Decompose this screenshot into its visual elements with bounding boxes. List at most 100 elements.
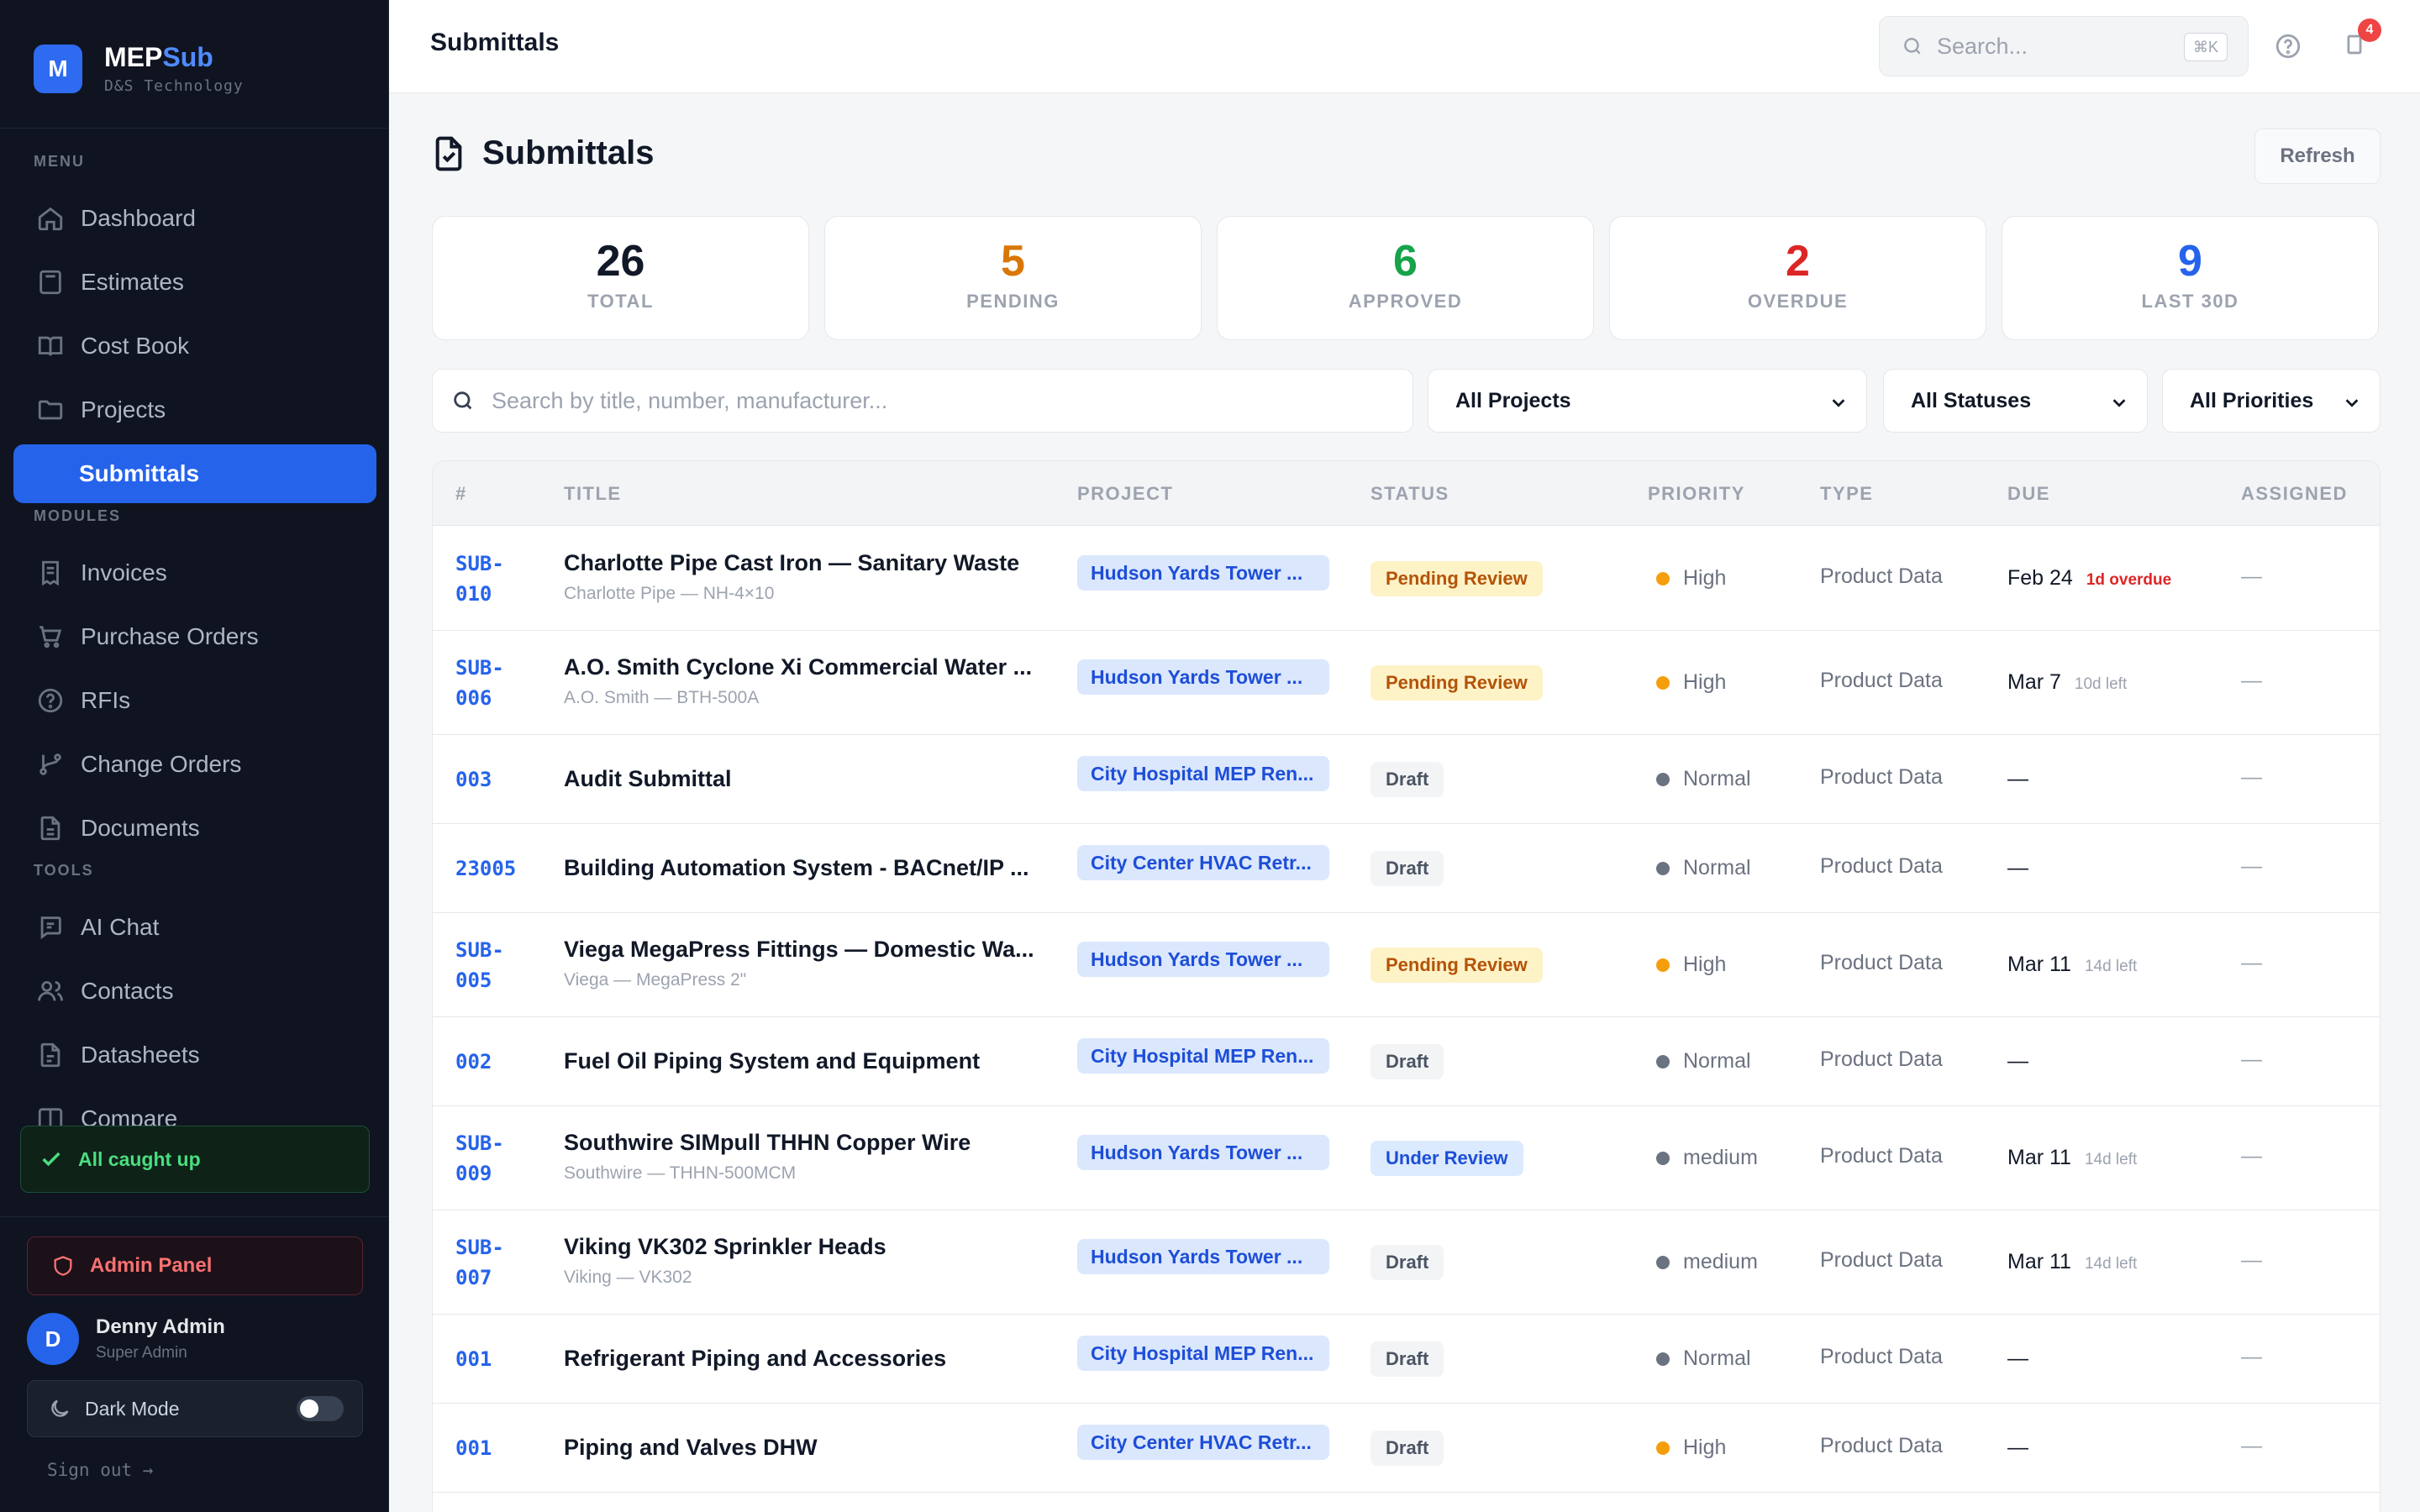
assigned-user[interactable]: — — [2241, 564, 2262, 589]
submittal-title[interactable]: Charlotte Pipe Cast Iron — Sanitary Wast… — [564, 550, 1034, 576]
table-row[interactable]: SUB- 005 Viega MegaPress Fittings — Domest… — [433, 913, 2380, 1017]
column-header[interactable]: PRIORITY — [1648, 483, 1745, 505]
column-header[interactable]: TITLE — [564, 483, 622, 505]
project-badge[interactable]: City Hospital MEP Ren... — [1077, 756, 1329, 791]
table-row[interactable]: 003 Audit Submittal City Hospital MEP Ren.… — [433, 735, 2380, 824]
submittal-title[interactable]: Building Automation System - BACnet/IP .… — [564, 855, 1034, 881]
submittal-title[interactable]: Refrigerant Piping and Accessories — [564, 1346, 1034, 1372]
submittal-title[interactable]: A.O. Smith Cyclone Xi Commercial Water .… — [564, 654, 1034, 680]
sidebar-item-cost-book[interactable]: Cost Book — [13, 317, 376, 375]
sign-out-link[interactable]: Sign out → — [47, 1460, 153, 1480]
users-icon — [35, 976, 66, 1006]
user-profile[interactable]: D Denny Admin Super Admin — [27, 1313, 225, 1365]
status-filter-select[interactable]: All Statuses — [1883, 369, 2148, 433]
submittal-number[interactable]: SUB- 005 — [455, 935, 504, 995]
dark-mode-toggle[interactable] — [297, 1396, 344, 1421]
stat-label: TOTAL — [587, 291, 654, 312]
submittal-title[interactable]: Audit Submittal — [564, 766, 1034, 792]
column-header[interactable]: TYPE — [1820, 483, 1873, 505]
column-header[interactable]: STATUS — [1370, 483, 1449, 505]
submittal-title[interactable]: Southwire SIMpull THHN Copper Wire — [564, 1130, 1034, 1156]
help-icon[interactable] — [2274, 32, 2302, 60]
submittal-number[interactable]: 002 — [455, 1047, 492, 1077]
brand[interactable]: M MEPSub D&S Technology — [34, 42, 244, 95]
sidebar-item-invoices[interactable]: Invoices — [13, 543, 376, 602]
priority-label: medium — [1683, 1146, 1758, 1169]
submittal-title[interactable]: Viega MegaPress Fittings — Domestic Wa..… — [564, 937, 1034, 963]
submittal-number[interactable]: 003 — [455, 764, 492, 795]
project-badge[interactable]: City Center HVAC Retr... — [1077, 845, 1329, 880]
column-header[interactable]: # — [455, 483, 467, 505]
stat-card-last-30d[interactable]: 9 LAST 30D — [2002, 216, 2379, 340]
submittal-number[interactable]: 001 — [455, 1433, 492, 1463]
assigned-user[interactable]: — — [2241, 1434, 2262, 1458]
assigned-user[interactable]: — — [2241, 854, 2262, 879]
assigned-user[interactable]: — — [2241, 669, 2262, 693]
global-search-input[interactable]: Search... ⌘K — [1879, 16, 2249, 76]
assigned-user[interactable]: — — [2241, 1345, 2262, 1369]
project-badge[interactable]: Hudson Yards Tower ... — [1077, 1135, 1329, 1170]
submittal-number[interactable]: 23005 — [455, 853, 516, 884]
sidebar-item-change-orders[interactable]: Change Orders — [13, 735, 376, 794]
column-header[interactable]: DUE — [2007, 483, 2050, 505]
table-row[interactable]: SUB- 006 A.O. Smith Cyclone Xi Commercial … — [433, 631, 2380, 735]
priority-filter-select[interactable]: All Priorities — [2162, 369, 2381, 433]
table-row[interactable]: 001 Piping and Valves DHW City Center HVAC… — [433, 1404, 2380, 1493]
submittal-number[interactable]: SUB- 010 — [455, 549, 504, 609]
brand-name-part: MEP — [104, 42, 163, 72]
table-row[interactable]: SUB- 009 Southwire SIMpull THHN Copper Wir… — [433, 1106, 2380, 1210]
stat-card-approved[interactable]: 6 APPROVED — [1217, 216, 1594, 340]
due-status: 10d left — [2074, 675, 2128, 693]
table-row[interactable]: SUB- 007 Viking VK302 Sprinkler Heads Vikin… — [433, 1210, 2380, 1315]
project-badge[interactable]: Hudson Yards Tower ... — [1077, 555, 1329, 591]
project-badge[interactable]: City Hospital MEP Ren... — [1077, 1336, 1329, 1371]
assigned-user[interactable]: — — [2241, 765, 2262, 790]
sidebar-item-ai-chat[interactable]: AI Chat — [13, 898, 376, 957]
submittal-number[interactable]: 001 — [455, 1344, 492, 1374]
column-header[interactable]: PROJECT — [1077, 483, 1173, 505]
priority-dot — [1656, 571, 1670, 585]
stat-card-pending[interactable]: 5 PENDING — [824, 216, 1202, 340]
sidebar-item-projects[interactable]: Projects — [13, 381, 376, 439]
project-filter-select[interactable]: All Projects — [1428, 369, 1867, 433]
project-badge[interactable]: City Hospital MEP Ren... — [1077, 1038, 1329, 1074]
table-row[interactable]: 002 Fuel Oil Piping System and Equipment C… — [433, 1017, 2380, 1106]
sidebar-item-dashboard[interactable]: Dashboard — [13, 189, 376, 248]
submittal-number[interactable]: SUB- 009 — [455, 1128, 504, 1189]
sidebar-item-purchase-orders[interactable]: Purchase Orders — [13, 607, 376, 666]
sidebar-item-estimates[interactable]: Estimates — [13, 253, 376, 312]
divider — [0, 1216, 388, 1217]
stat-card-total[interactable]: 26 TOTAL — [432, 216, 809, 340]
submittal-title[interactable]: Piping and Valves DHW — [564, 1435, 1034, 1461]
project-badge[interactable]: Hudson Yards Tower ... — [1077, 942, 1329, 977]
admin-panel-button[interactable]: Admin Panel — [27, 1236, 363, 1295]
sidebar-item-datasheets[interactable]: Datasheets — [13, 1026, 376, 1084]
notification-badge[interactable]: 4 — [2358, 18, 2381, 42]
sidebar-item-label: Documents — [81, 815, 200, 841]
assigned-user[interactable]: — — [2241, 1047, 2262, 1072]
submittal-number[interactable]: SUB- 006 — [455, 653, 504, 713]
table-row[interactable]: 23005 Building Automation System - BACnet… — [433, 824, 2380, 913]
submittal-title[interactable]: Viking VK302 Sprinkler Heads — [564, 1234, 1034, 1260]
sidebar-item-contacts[interactable]: Contacts — [13, 962, 376, 1021]
column-header[interactable]: ASSIGNED — [2241, 483, 2348, 505]
user-name: Denny Admin — [96, 1315, 225, 1338]
assigned-user[interactable]: — — [2241, 1248, 2262, 1273]
sidebar-item-submittals[interactable]: Submittals — [13, 444, 376, 503]
submittals-table: # TITLE PROJECT STATUS PRIORITY TYPE DUE ASSIGN… — [432, 460, 2381, 1512]
sidebar-item-label: Change Orders — [81, 751, 242, 777]
table-row[interactable]: SUB- 010 Charlotte Pipe Cast Iron — Sanita… — [433, 527, 2380, 631]
sidebar-item-rfis[interactable]: RFIs — [13, 671, 376, 730]
submittal-number[interactable]: SUB- 007 — [455, 1232, 504, 1293]
submittal-title[interactable]: Fuel Oil Piping System and Equipment — [564, 1048, 1034, 1074]
project-badge[interactable]: City Center HVAC Retr... — [1077, 1425, 1329, 1460]
submittal-search-input[interactable]: Search by title, number, manufacturer... — [432, 369, 1413, 433]
assigned-user[interactable]: — — [2241, 951, 2262, 975]
project-badge[interactable]: Hudson Yards Tower ... — [1077, 659, 1329, 695]
assigned-user[interactable]: — — [2241, 1144, 2262, 1168]
project-badge[interactable]: Hudson Yards Tower ... — [1077, 1239, 1329, 1274]
stat-card-overdue[interactable]: 2 OVERDUE — [1609, 216, 1986, 340]
table-row[interactable]: 001 Refrigerant Piping and Accessories Cit… — [433, 1315, 2380, 1404]
refresh-button[interactable]: Refresh — [2254, 129, 2381, 184]
sidebar-item-documents[interactable]: Documents — [13, 799, 376, 858]
